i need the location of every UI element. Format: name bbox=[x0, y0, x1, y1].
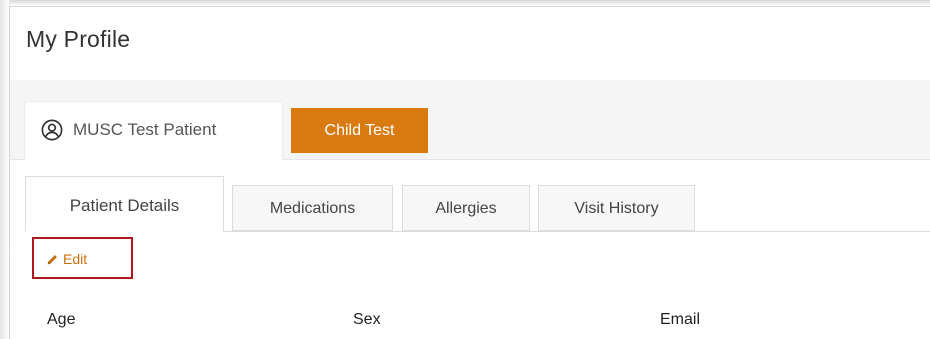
page-title: My Profile bbox=[26, 26, 131, 52]
pencil-icon bbox=[47, 254, 57, 264]
profile-window: My Profile MUSC Test Patient Child Test … bbox=[9, 6, 930, 339]
tab-visit-history[interactable]: Visit History bbox=[538, 185, 695, 231]
window-shadow-left bbox=[0, 0, 9, 339]
tab-medications[interactable]: Medications bbox=[232, 185, 393, 231]
patient-tab-label: MUSC Test Patient bbox=[73, 120, 217, 139]
screenshot-frame: My Profile MUSC Test Patient Child Test … bbox=[0, 0, 930, 339]
field-label-sex: Sex bbox=[353, 311, 381, 328]
detail-tabs: Patient Details Medications Allergies Vi… bbox=[10, 160, 930, 232]
patient-tab-child-test[interactable]: Child Test bbox=[291, 108, 428, 153]
user-circle-icon bbox=[41, 119, 63, 141]
field-label-age: Age bbox=[47, 311, 76, 328]
patient-tab-musc-test-patient[interactable]: MUSC Test Patient bbox=[24, 101, 283, 160]
tab-allergies[interactable]: Allergies bbox=[402, 185, 530, 231]
tab-patient-details[interactable]: Patient Details bbox=[25, 176, 224, 232]
edit-button[interactable]: Edit bbox=[46, 251, 87, 267]
field-label-email: Email bbox=[660, 311, 701, 328]
edit-label: Edit bbox=[63, 251, 88, 267]
